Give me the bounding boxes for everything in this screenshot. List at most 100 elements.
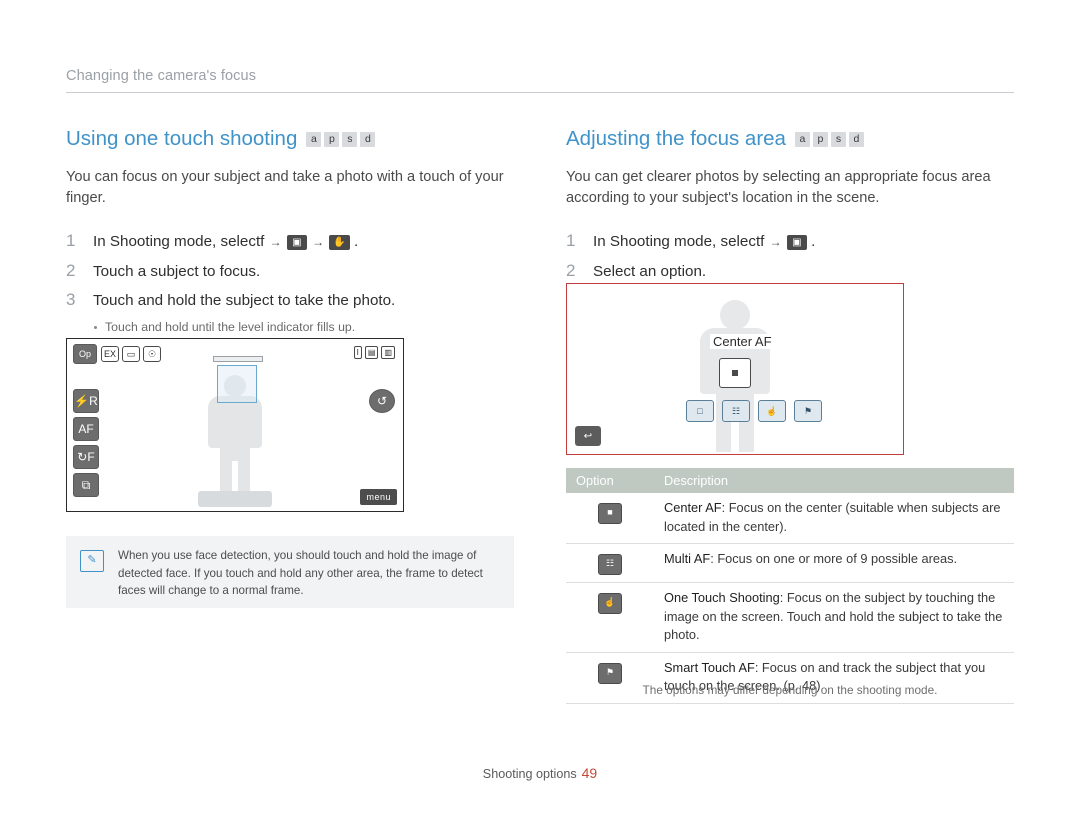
mode-badge-p-r: p bbox=[812, 131, 828, 147]
left-step-2-number: 2 bbox=[66, 260, 76, 280]
left-column: Using one touch shooting a p s d You can… bbox=[66, 127, 514, 336]
row-icon-one-touch: ☝ bbox=[566, 582, 654, 653]
options-table-header-row: Option Description bbox=[566, 468, 1014, 493]
footer-page-number: 49 bbox=[581, 765, 598, 781]
shooting-mode-icon: ▣ bbox=[286, 234, 307, 250]
row-text-multi-af: : Focus on one or more of 9 possible are… bbox=[710, 551, 958, 566]
right-section-heading: Adjusting the focus area a p s d bbox=[566, 127, 1014, 151]
left-step-3-number: 3 bbox=[66, 289, 76, 309]
mode-badge-d: d bbox=[360, 131, 376, 147]
options-table-footnote: The options may differ depending on the … bbox=[642, 683, 938, 697]
left-step-3: 3 Touch and hold the subject to take the… bbox=[66, 290, 514, 311]
arrow-icon: → bbox=[269, 234, 282, 249]
focus-area-illustration: Center AF □ ☷ ☝ ⚑ ↩ bbox=[566, 283, 904, 455]
right-step-2-text: Select an option. bbox=[593, 262, 707, 280]
cam-icon-op: Op bbox=[73, 344, 97, 364]
left-section-title: Using one touch shooting bbox=[66, 127, 298, 150]
row-name-smart-touch: Smart Touch AF bbox=[664, 659, 755, 675]
right-step-1-suffix: . bbox=[811, 232, 816, 250]
cam-icon-rect: ▭ bbox=[122, 346, 140, 362]
camera-screen-illustration: Op EX ▭ ☉ I ▤ ▥ ⚡R AF ↻F ⧉ ↺ menu bbox=[66, 338, 404, 512]
row-desc-multi-af: Multi AF: Focus on one or more of 9 poss… bbox=[654, 543, 1014, 583]
focus-option-row: □ ☷ ☝ ⚑ bbox=[686, 400, 822, 422]
arrow-icon-3: → bbox=[769, 234, 782, 249]
cam-icon-ex: EX bbox=[101, 346, 119, 362]
focus-option-multi-af-icon[interactable]: ☷ bbox=[722, 400, 750, 422]
note-box: ✎ When you use face detection, you shoul… bbox=[66, 536, 514, 608]
one-touch-shooting-icon: ✋ bbox=[329, 234, 350, 250]
running-head: Changing the camera's focus bbox=[66, 68, 257, 84]
right-mode-badges: a p s d bbox=[794, 131, 864, 147]
row-name-center-af: Center AF bbox=[664, 500, 722, 515]
cam-focus-frame bbox=[217, 365, 257, 403]
right-step-1-number: 1 bbox=[566, 230, 576, 250]
table-row: ☷ Multi AF: Focus on one or more of 9 po… bbox=[566, 543, 1014, 583]
left-step-2-text: Touch a subject to focus. bbox=[93, 262, 261, 280]
focus-option-smart-touch-icon[interactable]: ⚑ bbox=[794, 400, 822, 422]
table-row: ☝ One Touch Shooting: Focus on the subje… bbox=[566, 582, 1014, 653]
row-icon-multi-af: ☷ bbox=[566, 543, 654, 583]
left-step-3-text: Touch and hold the subject to take the p… bbox=[93, 291, 396, 309]
mode-badge-d-r: d bbox=[848, 131, 864, 147]
note-text: When you use face detection, you should … bbox=[118, 549, 483, 597]
header-rule bbox=[66, 92, 1014, 93]
left-step-2: 2 Touch a subject to focus. bbox=[66, 261, 514, 282]
row-name-multi-af: Multi AF bbox=[664, 551, 711, 566]
cam-batt-1: I bbox=[353, 346, 362, 359]
mode-badge-a-r: a bbox=[794, 131, 810, 147]
smart-touch-row-icon: ⚑ bbox=[598, 662, 622, 684]
center-af-dot bbox=[732, 370, 738, 376]
cam-level-indicator bbox=[213, 356, 263, 362]
note-icon: ✎ bbox=[80, 550, 104, 572]
center-af-label: Center AF bbox=[710, 334, 775, 349]
row-desc-center-af: Center AF: Focus on the center (suitable… bbox=[654, 493, 1014, 544]
row-icon-center-af: ■ bbox=[566, 493, 654, 544]
options-table: Option Description ■ Center AF: Focus on… bbox=[566, 468, 1014, 704]
options-table-head: Option Description bbox=[566, 468, 1014, 493]
cam-batt-2: ▤ bbox=[364, 346, 379, 359]
cam-battery-group: I ▤ ▥ bbox=[353, 346, 395, 359]
mode-badge-s: s bbox=[342, 131, 358, 147]
multi-af-row-icon: ☷ bbox=[598, 554, 622, 575]
arrow-icon-2: → bbox=[312, 234, 325, 249]
left-section-heading: Using one touch shooting a p s d bbox=[66, 127, 514, 151]
cam-menu-button[interactable]: menu bbox=[360, 489, 397, 505]
focus-back-button[interactable]: ↩ bbox=[575, 426, 601, 446]
focus-subject-head bbox=[720, 300, 750, 330]
left-step-1-text: In Shooting mode, selectf bbox=[93, 232, 265, 250]
right-column: Adjusting the focus area a p s d You can… bbox=[566, 127, 1014, 290]
right-section-title: Adjusting the focus area bbox=[566, 127, 786, 150]
row-name-one-touch: One Touch Shooting bbox=[664, 590, 780, 605]
focus-option-center-af-icon[interactable]: □ bbox=[686, 400, 714, 422]
left-bullet-note: Touch and hold until the level indicator… bbox=[93, 319, 514, 336]
right-intro-text: You can get clearer photos by selecting … bbox=[566, 168, 991, 206]
one-touch-row-icon: ☝ bbox=[598, 593, 622, 614]
options-table-header-description: Description bbox=[654, 468, 1014, 493]
cam-icon-flash: ⚡R bbox=[73, 389, 99, 413]
cam-subject-body bbox=[208, 396, 262, 448]
cam-batt-3: ▥ bbox=[381, 346, 395, 359]
footer-section-name: Shooting options bbox=[482, 767, 577, 781]
cam-icon-timer: ☉ bbox=[143, 346, 161, 362]
cam-ground-shape bbox=[198, 491, 272, 507]
left-step-1-suffix: . bbox=[354, 232, 359, 250]
cam-icon-multi: ⧉ bbox=[73, 473, 99, 497]
left-steps-list: 1 In Shooting mode, selectf → ▣ → ✋ . 2 … bbox=[66, 231, 514, 311]
left-step-1-number: 1 bbox=[66, 230, 76, 250]
cam-icon-back: ↺ bbox=[369, 389, 395, 413]
left-intro-text: You can focus on your subject and take a… bbox=[66, 168, 504, 206]
focus-option-one-touch-icon[interactable]: ☝ bbox=[758, 400, 786, 422]
page: Changing the camera's focus Using one to… bbox=[0, 0, 1080, 815]
right-step-1: 1 In Shooting mode, selectf → ▣ . bbox=[566, 231, 1014, 253]
right-steps-list: 1 In Shooting mode, selectf → ▣ . 2 Sele… bbox=[566, 231, 1014, 282]
options-table-body: ■ Center AF: Focus on the center (suitab… bbox=[566, 493, 1014, 704]
right-step-2-number: 2 bbox=[566, 260, 576, 280]
mode-badge-s-r: s bbox=[830, 131, 846, 147]
mode-badge-a: a bbox=[306, 131, 322, 147]
left-mode-badges: a p s d bbox=[306, 131, 376, 147]
row-desc-one-touch: One Touch Shooting: Focus on the subject… bbox=[654, 582, 1014, 653]
mode-badge-p: p bbox=[324, 131, 340, 147]
left-step-1: 1 In Shooting mode, selectf → ▣ → ✋ . bbox=[66, 231, 514, 253]
right-step-1-text: In Shooting mode, selectf bbox=[593, 232, 765, 250]
cam-icon-timer-left: ↻F bbox=[73, 445, 99, 469]
